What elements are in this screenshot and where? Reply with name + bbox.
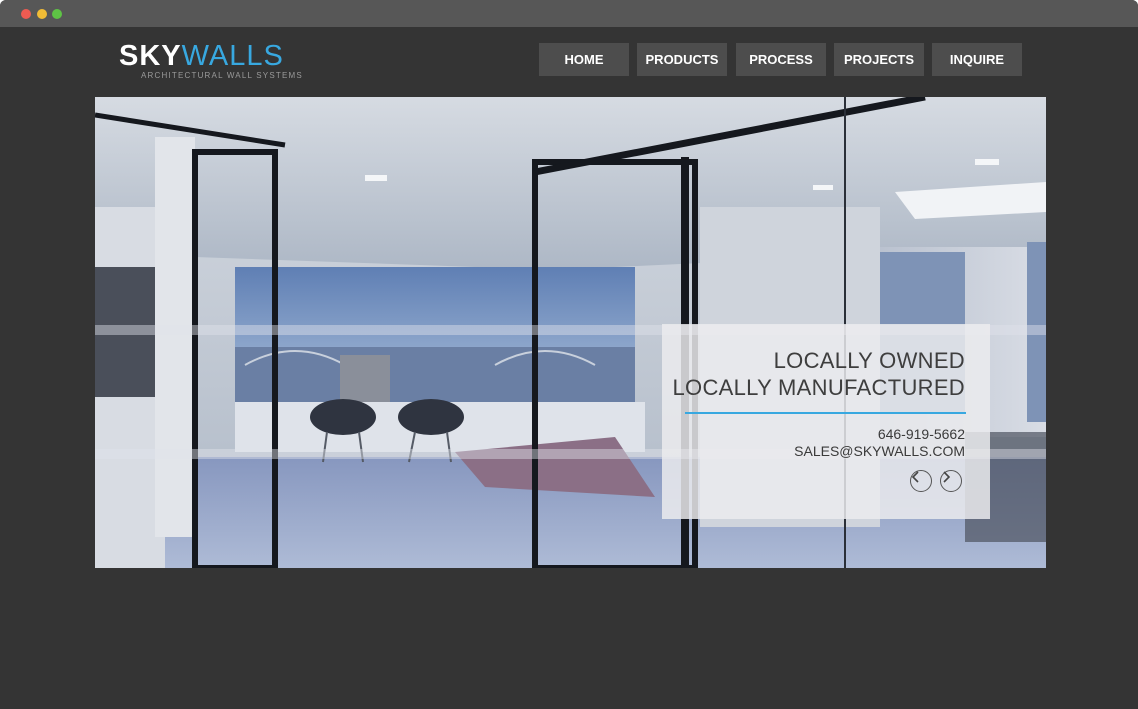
hero-headline-line2: LOCALLY MANUFACTURED [672,375,965,400]
nav-products[interactable]: PRODUCTS [637,43,727,76]
close-window-button[interactable] [21,9,31,19]
nav-inquire[interactable]: INQUIRE [932,43,1022,76]
headline-divider [685,412,966,414]
hero-caption-panel: LOCALLY OWNED LOCALLY MANUFACTURED 646-9… [662,324,990,519]
slide-next-button[interactable] [940,470,962,492]
zoom-window-button[interactable] [52,9,62,19]
logo-sky: SKY [119,40,182,72]
browser-window: SKYWALLS ARCHITECTURAL WALL SYSTEMS HOME… [0,0,1138,709]
chevron-right-icon [943,471,951,483]
logo-tagline: ARCHITECTURAL WALL SYSTEMS [141,71,303,80]
logo-wordmark: SKYWALLS [119,41,284,71]
site-logo[interactable]: SKYWALLS ARCHITECTURAL WALL SYSTEMS [119,41,302,85]
chevron-left-icon [911,471,919,483]
slide-prev-button[interactable] [910,470,932,492]
nav-home[interactable]: HOME [539,43,629,76]
nav-process[interactable]: PROCESS [736,43,826,76]
contact-email[interactable]: SALES@SKYWALLS.COM [794,443,965,459]
hero-headline-line1: LOCALLY OWNED [773,348,965,373]
minimize-window-button[interactable] [37,9,47,19]
hero-slideshow: LOCALLY OWNED LOCALLY MANUFACTURED 646-9… [95,97,1046,568]
title-bar [0,0,1138,27]
nav-projects[interactable]: PROJECTS [834,43,924,76]
contact-phone[interactable]: 646-919-5662 [878,426,965,442]
logo-walls: WALLS [181,40,284,72]
